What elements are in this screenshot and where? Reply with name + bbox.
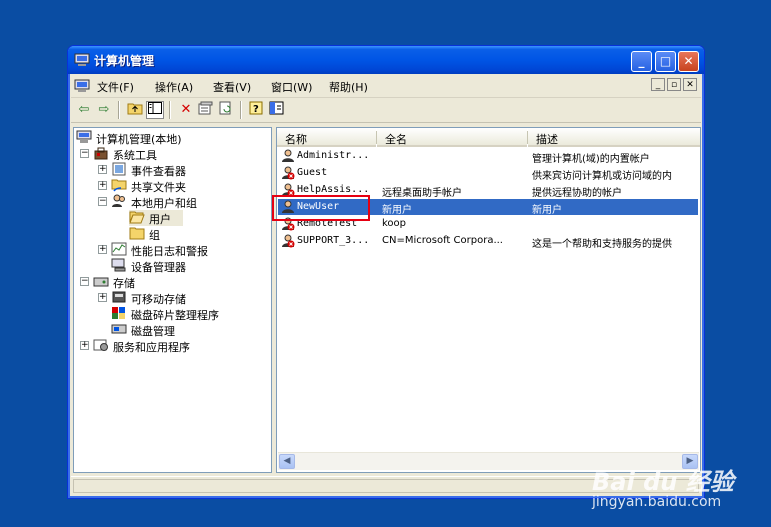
show-tree-icon[interactable] bbox=[146, 101, 164, 119]
back-arrow-icon[interactable]: ⇦ bbox=[75, 101, 93, 119]
user-icon bbox=[282, 149, 294, 162]
table-row[interactable]: SUPPORT_3... CN=Microsoft Corpora... 这是一个帮… bbox=[278, 233, 698, 250]
expand-toggle[interactable]: + bbox=[80, 341, 89, 350]
help-icon[interactable]: ? bbox=[248, 101, 266, 119]
removable-storage-icon bbox=[112, 291, 126, 303]
toolbar: ⇦ ⇨ ✕ ? bbox=[71, 98, 701, 123]
column-header-fullname[interactable]: 全名 bbox=[377, 128, 527, 147]
computer-icon bbox=[74, 53, 90, 66]
tree-label-users: 用户 bbox=[149, 213, 171, 226]
title-bar[interactable]: 计算机管理 _ □ ✕ bbox=[68, 46, 704, 74]
mdi-restore-button[interactable]: ▫ bbox=[667, 78, 681, 91]
tree-label-shared-folders: 共享文件夹 bbox=[131, 181, 186, 194]
tree-label-device-manager: 设备管理器 bbox=[131, 261, 186, 274]
toolbar-separator bbox=[118, 101, 120, 119]
cell-description: 新用户 bbox=[532, 205, 562, 216]
collapse-toggle[interactable]: − bbox=[80, 149, 89, 158]
cell-name: Administr... bbox=[297, 150, 370, 161]
tree-node-users[interactable]: 用户 bbox=[129, 210, 183, 226]
menu-file[interactable]: 文件(F) bbox=[97, 79, 134, 95]
computer-icon bbox=[76, 130, 92, 143]
window-title: 计算机管理 bbox=[94, 54, 155, 68]
disk-management-icon bbox=[111, 324, 127, 334]
minimize-button[interactable]: _ bbox=[631, 51, 652, 72]
toolbar-separator bbox=[169, 101, 171, 119]
cell-fullname: 新用户 bbox=[382, 205, 412, 216]
device-manager-icon bbox=[111, 258, 126, 272]
shared-folder-icon bbox=[111, 179, 127, 192]
disabled-user-icon bbox=[282, 234, 295, 248]
tree-label-local-users-groups: 本地用户和组 bbox=[131, 197, 197, 210]
refresh-icon[interactable] bbox=[217, 101, 235, 119]
close-button[interactable]: ✕ bbox=[678, 51, 699, 72]
cell-fullname: CN=Microsoft Corpora... bbox=[382, 235, 503, 246]
tree-label-disk-management: 磁盘管理 bbox=[131, 325, 175, 338]
cell-description: 管理计算机(域)的内置帐户 bbox=[532, 154, 650, 165]
collapse-toggle[interactable]: − bbox=[98, 197, 107, 206]
tree-label-groups: 组 bbox=[149, 229, 160, 242]
watermark-url: jingyan.baidu.com bbox=[592, 494, 722, 510]
expand-toggle[interactable]: + bbox=[98, 245, 107, 254]
svg-text:?: ? bbox=[253, 104, 259, 115]
up-folder-icon[interactable] bbox=[126, 101, 144, 119]
folder-icon bbox=[129, 227, 145, 240]
tree-label-event-viewer: 事件查看器 bbox=[131, 165, 186, 178]
console-tree[interactable]: 计算机管理(本地) − 系统工具 + 事件查看器 + 共享文件夹 − 本地用户和… bbox=[73, 127, 272, 473]
tree-label-system-tools: 系统工具 bbox=[113, 149, 157, 162]
table-row[interactable]: Administr... 管理计算机(域)的内置帐户 bbox=[278, 148, 698, 165]
column-header-name[interactable]: 名称 bbox=[277, 128, 376, 147]
menu-bar: 文件(F) 操作(A) 查看(V) 窗口(W) 帮助(H) _ ▫ ✕ bbox=[71, 75, 701, 98]
menu-help[interactable]: 帮助(H) bbox=[329, 79, 368, 95]
menu-action[interactable]: 操作(A) bbox=[155, 79, 193, 95]
tree-label-perf-logs: 性能日志和警报 bbox=[131, 245, 208, 258]
collapse-toggle[interactable]: − bbox=[80, 277, 89, 286]
cell-fullname: 远程桌面助手帐户 bbox=[382, 188, 462, 199]
tree-label-root: 计算机管理(本地) bbox=[96, 133, 182, 146]
console-icon[interactable] bbox=[268, 101, 286, 119]
menu-window[interactable]: 窗口(W) bbox=[271, 79, 312, 95]
tree-label-storage: 存储 bbox=[113, 277, 135, 290]
computer-icon[interactable] bbox=[74, 78, 90, 94]
cell-name: HelpAssis... bbox=[297, 184, 370, 195]
users-list-view[interactable]: 名称 全名 描述 Administr... 管理计算机(域)的内置帐户 Guest 供… bbox=[276, 127, 701, 473]
properties-icon[interactable] bbox=[197, 101, 215, 119]
scroll-left-button[interactable]: ◀ bbox=[279, 454, 295, 469]
cell-description: 提供远程协助的帐户 bbox=[532, 188, 622, 199]
maximize-button[interactable]: □ bbox=[655, 51, 676, 72]
cell-name: SUPPORT_3... bbox=[297, 235, 370, 246]
menu-view[interactable]: 查看(V) bbox=[213, 79, 251, 95]
mdi-minimize-button[interactable]: _ bbox=[651, 78, 665, 91]
disabled-user-icon bbox=[282, 166, 295, 180]
cell-fullname: koop bbox=[382, 218, 407, 229]
highlight-box bbox=[272, 195, 370, 221]
computer-management-window: 计算机管理 _ □ ✕ 文件(F) 操作(A) 查看(V) 窗口(W) 帮助(H… bbox=[67, 45, 705, 499]
watermark-logo: Bai du 经验 bbox=[592, 468, 734, 496]
cell-description: 供来宾访问计算机或访问域的内 bbox=[532, 171, 672, 182]
cell-name: Guest bbox=[297, 167, 328, 178]
mdi-close-button[interactable]: ✕ bbox=[683, 78, 697, 91]
column-header-description[interactable]: 描述 bbox=[528, 128, 700, 147]
toolbox-icon bbox=[94, 147, 108, 160]
services-icon bbox=[93, 339, 108, 351]
table-row[interactable]: Guest 供来宾访问计算机或访问域的内 bbox=[278, 165, 698, 182]
forward-arrow-icon[interactable]: ⇨ bbox=[95, 101, 113, 119]
tree-label-services-apps: 服务和应用程序 bbox=[113, 341, 190, 354]
storage-icon bbox=[93, 277, 109, 287]
folder-open-icon bbox=[129, 211, 145, 224]
users-icon bbox=[112, 194, 125, 207]
cell-description: 这是一个帮助和支持服务的提供 bbox=[532, 239, 672, 250]
toolbar-separator bbox=[240, 101, 242, 119]
defrag-icon bbox=[112, 307, 125, 319]
performance-icon bbox=[111, 242, 127, 256]
expand-toggle[interactable]: + bbox=[98, 293, 107, 302]
event-viewer-icon bbox=[112, 162, 126, 176]
delete-icon[interactable]: ✕ bbox=[177, 101, 195, 119]
expand-toggle[interactable]: + bbox=[98, 181, 107, 190]
tree-label-defrag: 磁盘碎片整理程序 bbox=[131, 309, 219, 322]
expand-toggle[interactable]: + bbox=[98, 165, 107, 174]
tree-label-removable-storage: 可移动存储 bbox=[131, 293, 186, 306]
